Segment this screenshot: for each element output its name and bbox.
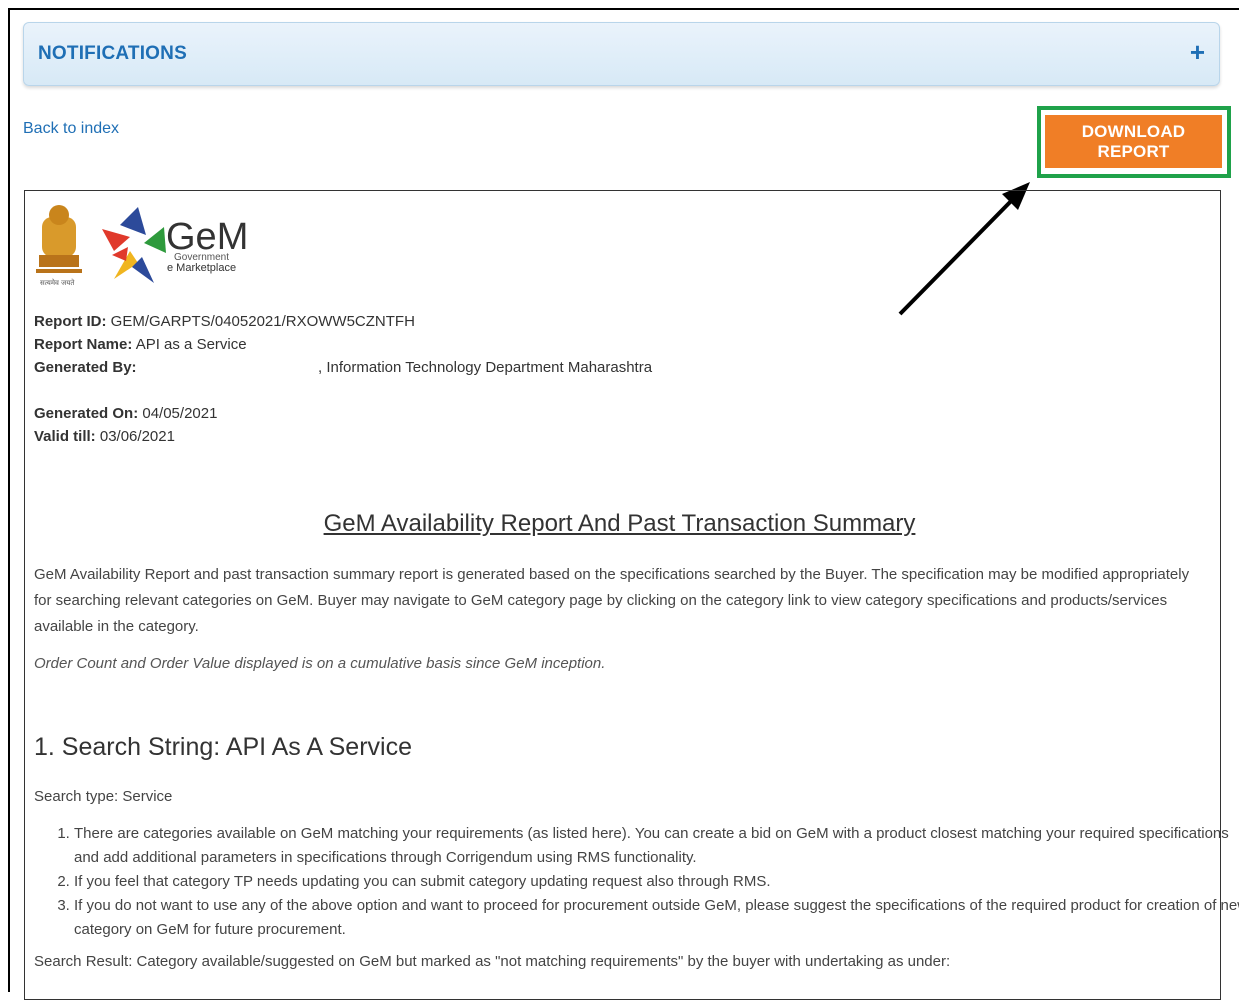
generated-on-row: Generated On: 04/05/2021	[34, 405, 217, 422]
section-heading: 1. Search String: API As A Service	[34, 733, 412, 761]
back-to-index-link[interactable]: Back to index	[23, 120, 119, 138]
download-report-button[interactable]: DOWNLOAD REPORT	[1045, 115, 1222, 168]
report-id-value: GEM/GARPTS/04052021/RXOWW5CZNTFH	[110, 313, 415, 330]
valid-till-value: 03/06/2021	[99, 428, 175, 445]
valid-till-row: Valid till: 03/06/2021	[34, 428, 175, 445]
report-id-label: Report ID:	[34, 313, 107, 330]
valid-till-label: Valid till:	[34, 428, 96, 445]
report-note: Order Count and Order Value displayed is…	[34, 655, 606, 672]
notifications-panel[interactable]: NOTIFICATIONS +	[23, 22, 1220, 86]
gem-star-icon	[102, 207, 166, 283]
gem-sub2: e Marketplace	[167, 262, 236, 274]
search-type: Search type: Service	[34, 788, 173, 805]
national-emblem-icon	[36, 205, 82, 273]
report-name-row: Report Name: API as a Service	[34, 336, 247, 353]
report-id-row: Report ID: GEM/GARPTS/04052021/RXOWW5CZN…	[34, 313, 415, 330]
list-item: If you feel that category TP needs updat…	[74, 870, 1239, 894]
report-name-label: Report Name:	[34, 336, 133, 353]
expand-plus-icon[interactable]: +	[1190, 37, 1205, 68]
list-item: There are categories available on GeM ma…	[74, 822, 1239, 870]
instructions-list: There are categories available on GeM ma…	[34, 822, 1239, 942]
generated-on-value: 04/05/2021	[142, 405, 218, 422]
generated-by-label: Generated By:	[34, 359, 137, 376]
logo-area: सत्यमेव जयते GeM Government e Marketplac…	[34, 203, 254, 298]
list-item: If you do not want to use any of the abo…	[74, 894, 1239, 942]
report-intro: GeM Availability Report and past transac…	[34, 566, 1190, 635]
generated-on-label: Generated On:	[34, 405, 139, 422]
generated-by-value: , Information Technology Department Maha…	[318, 359, 653, 376]
report-name-value: API as a Service	[135, 336, 247, 353]
generated-by-row: Generated By: , Information Technology D…	[34, 359, 734, 376]
report-title: GeM Availability Report And Past Transac…	[323, 510, 916, 537]
gem-logo: सत्यमेव जयते GeM Government e Marketplac…	[36, 205, 248, 287]
notifications-title: NOTIFICATIONS	[38, 43, 187, 64]
search-result: Search Result: Category available/sugges…	[34, 953, 951, 970]
emblem-caption: सत्यमेव जयते	[40, 278, 75, 287]
